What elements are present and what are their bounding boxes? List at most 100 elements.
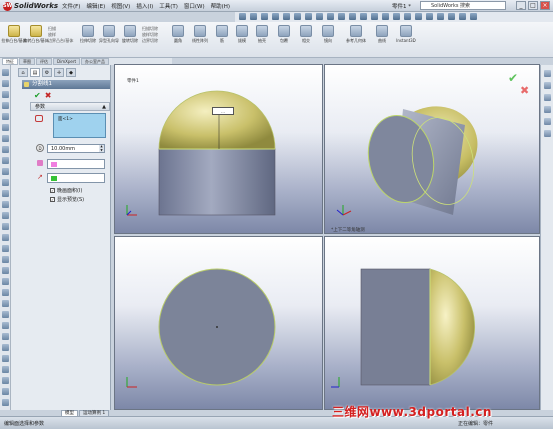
fillet-button[interactable]: 圆角 [168,25,188,55]
close-button[interactable]: × [540,1,550,10]
confirm-corner-ok-icon[interactable]: ✔ [508,71,518,85]
menu-view[interactable]: 视图(V) [111,2,130,10]
misc-tool-4-icon[interactable] [2,377,9,384]
app-logo[interactable]: SW SolidWorks [3,1,58,11]
spline-tool-icon[interactable] [2,124,9,131]
display-icon[interactable] [2,311,9,318]
options-icon[interactable] [316,13,323,20]
pan-icon[interactable] [349,13,356,20]
offset-tool-icon[interactable] [2,190,9,197]
rib-button[interactable]: 筋 [212,25,232,55]
perspective-icon[interactable] [437,13,444,20]
snap-icon[interactable] [2,278,9,285]
option-checkbox-1[interactable]: ✓ 晚画面积(I) [50,187,82,194]
layer-icon[interactable] [2,300,9,307]
viewport-bottom-left[interactable] [114,236,323,410]
linear-pattern-button[interactable]: 线性阵列 [190,25,210,55]
appearance-icon[interactable] [393,13,400,20]
viewport-bottom-right[interactable] [324,236,540,410]
view-orientation-icon[interactable] [415,13,422,20]
realview-icon[interactable] [459,13,466,20]
configuration-manager-tab-icon[interactable]: ⚙ [42,68,52,77]
view-palette-icon[interactable] [544,106,551,113]
checkbox-2[interactable]: ✓ [50,197,55,202]
curves-button[interactable]: 曲线 [372,25,392,55]
rectangle-tool-icon[interactable] [2,91,9,98]
option-checkbox-2[interactable]: ✓ 显示预览(S) [50,196,84,203]
repair-sketch-icon[interactable] [2,256,9,263]
instant3d-button[interactable]: Instant3D [396,25,416,55]
property-manager-tab-icon[interactable]: ▤ [30,68,40,77]
face-selection-list[interactable]: 面<1> [53,113,106,138]
open-icon[interactable] [250,13,257,20]
boss-small-group[interactable]: 扫描 放样 边界凸台/基体 [48,26,73,44]
minimize-button[interactable]: _ [516,1,526,10]
collapse-icon[interactable]: ▲ [102,103,106,111]
undo-icon[interactable] [283,13,290,20]
tab-evaluate[interactable]: 评估 [36,58,52,65]
selected-face-item[interactable]: 面<1> [58,117,73,122]
standard-views-icon[interactable] [426,13,433,20]
extrude-boss-button[interactable]: 拉伸凸台/基体 [1,25,27,55]
zoom-icon[interactable] [327,13,334,20]
tab-features[interactable]: 特征 [2,58,18,65]
text-tool-icon[interactable] [2,157,9,164]
misc-tool-2-icon[interactable] [2,355,9,362]
checkbox-1[interactable]: ✓ [50,188,55,193]
boundary-cut-item[interactable]: 边界切除 [142,38,158,44]
block-icon[interactable] [2,289,9,296]
help-icon[interactable] [470,13,477,20]
design-library-icon[interactable] [544,82,551,89]
move-tool-icon[interactable] [2,223,9,230]
arc-tool-icon[interactable] [2,113,9,120]
tab-dimxpert[interactable]: DimXpert [53,58,81,65]
line-tool-icon[interactable] [2,80,9,87]
file-explorer-icon[interactable] [544,94,551,101]
print-icon[interactable] [272,13,279,20]
tab-office-products[interactable]: 办公室产品 [81,58,110,65]
pattern-sketch-icon[interactable] [2,212,9,219]
draft-button[interactable]: 拔模 [232,25,252,55]
misc-tool-6-icon[interactable] [2,399,9,406]
rebuild-icon[interactable] [305,13,312,20]
new-icon[interactable] [239,13,246,20]
macro-icon[interactable] [2,333,9,340]
menu-tools[interactable]: 工具(T) [159,2,178,10]
viewport-top-left[interactable]: 零件1 [114,64,323,234]
appearances-icon[interactable] [544,118,551,125]
intersect-button[interactable]: 相交 [296,25,316,55]
save-icon[interactable] [261,13,268,20]
resources-icon[interactable] [544,70,551,77]
point-tool-icon[interactable] [2,135,9,142]
color-selector[interactable] [47,159,105,169]
mirror-button[interactable]: 镜向 [318,25,338,55]
scene-icon[interactable] [404,13,411,20]
menu-file[interactable]: 文件(F) [62,2,80,10]
misc-tool-icon[interactable] [2,344,9,351]
shadows-icon[interactable] [448,13,455,20]
feature-manager-tab-icon[interactable]: ⌂ [18,68,28,77]
extrude-cut-button[interactable]: 拉伸切除 [78,25,98,55]
custom-properties-icon[interactable] [544,130,551,137]
boundary-boss-item[interactable]: 边界凸台/基体 [48,38,73,44]
fillet-sketch-icon[interactable] [2,168,9,175]
hole-wizard-button[interactable]: 异型孔向导 [99,25,119,55]
menu-edit[interactable]: 编辑(E) [86,2,105,10]
menu-help[interactable]: 帮助(H) [211,2,230,10]
centerline-tool-icon[interactable] [2,146,9,153]
misc-tool-3-icon[interactable] [2,366,9,373]
sketch-tool-icon[interactable] [2,69,9,76]
cut-small-group[interactable]: 扫描切除 放样切除 边界切除 [142,26,158,44]
reference-geometry-button[interactable]: 参考几何体 [346,25,366,55]
settings-icon[interactable] [2,322,9,329]
circle-tool-icon[interactable] [2,102,9,109]
dimxpert-manager-tab-icon[interactable]: ✛ [54,68,64,77]
mirror-sketch-icon[interactable] [2,201,9,208]
smart-dimension-icon[interactable] [2,245,9,252]
color-selector-2[interactable] [47,173,105,183]
distance-spinner[interactable]: ▲ ▼ [99,144,104,152]
wrap-button[interactable]: 包覆 [274,25,294,55]
search-input[interactable]: SolidWorks 搜索 [420,1,506,10]
ok-button[interactable]: ✔ [34,91,41,100]
revolve-boss-button[interactable]: 旋转凸台/基体 [23,25,49,55]
